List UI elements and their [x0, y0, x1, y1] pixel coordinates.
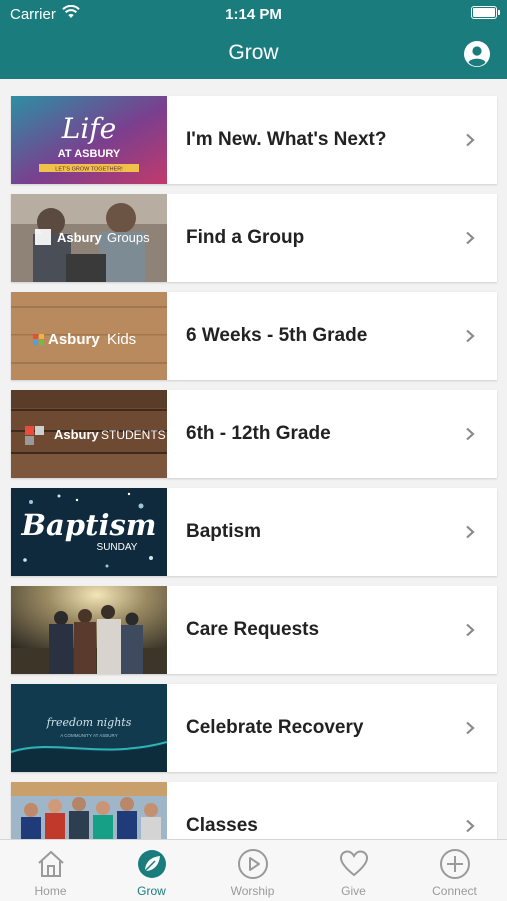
- svg-text:Baptism: Baptism: [20, 508, 156, 542]
- chevron-right-icon: [466, 427, 475, 441]
- tab-home[interactable]: Home: [0, 840, 101, 901]
- svg-text:SUNDAY: SUNDAY: [97, 542, 138, 553]
- thumb-script-text: Life: [61, 112, 116, 145]
- list-item[interactable]: Baptism SUNDAY Baptism: [11, 488, 497, 576]
- tab-bar: Home Grow Worship Give Connect: [0, 839, 507, 901]
- tab-worship[interactable]: Worship: [202, 840, 303, 901]
- tab-label: Connect: [432, 884, 477, 898]
- list-item-label: 6 Weeks - 5th Grade: [186, 325, 368, 346]
- page-title: Grow: [228, 41, 279, 64]
- chevron-right-icon: [466, 525, 475, 539]
- svg-text:Kids: Kids: [107, 331, 136, 348]
- list-item-label: Classes: [186, 815, 258, 836]
- svg-text:LET'S GROW TOGETHER!: LET'S GROW TOGETHER!: [55, 167, 123, 173]
- tab-connect[interactable]: Connect: [404, 840, 505, 901]
- list-item[interactable]: Life AT ASBURY LET'S GROW TOGETHER! I'm …: [11, 96, 497, 184]
- plus-icon: [440, 849, 470, 879]
- life-at-asbury-thumbnail: Life AT ASBURY LET'S GROW TOGETHER!: [11, 96, 167, 184]
- battery-icon: [471, 6, 500, 19]
- svg-text:STUDENTS: STUDENTS: [101, 428, 166, 442]
- svg-text:Groups: Groups: [107, 230, 150, 245]
- chevron-right-icon: [466, 133, 475, 147]
- svg-text:Asbury: Asbury: [48, 331, 100, 348]
- chevron-right-icon: [466, 329, 475, 343]
- asbury-kids-thumbnail: Asbury Kids: [11, 292, 167, 380]
- list-item[interactable]: Classes: [11, 782, 497, 839]
- list-item[interactable]: Asbury Kids 6 Weeks - 5th Grade: [11, 292, 497, 380]
- list-item-label: 6th - 12th Grade: [186, 423, 331, 444]
- status-bar: Carrier 1:14 PM: [0, 0, 507, 28]
- chevron-right-icon: [466, 819, 475, 833]
- chevron-right-icon: [466, 231, 475, 245]
- profile-icon[interactable]: [463, 40, 491, 68]
- svg-text:Asbury: Asbury: [57, 230, 103, 245]
- list-item[interactable]: freedom nights A COMMUNITY AT ASBURY Cel…: [11, 684, 497, 772]
- leaf-icon: [138, 850, 166, 878]
- list-item-label: Celebrate Recovery: [186, 717, 364, 738]
- baptism-sunday-thumbnail: Baptism SUNDAY: [11, 488, 167, 576]
- chevron-right-icon: [466, 721, 475, 735]
- care-requests-thumbnail: [11, 586, 167, 674]
- asbury-groups-thumbnail: Asbury Groups: [11, 194, 167, 282]
- chevron-right-icon: [466, 623, 475, 637]
- tab-label: Grow: [137, 884, 166, 898]
- list-item[interactable]: Asbury Groups Find a Group: [11, 194, 497, 282]
- clock: 1:14 PM: [225, 6, 282, 23]
- list-item[interactable]: Care Requests: [11, 586, 497, 674]
- play-icon: [238, 849, 268, 879]
- tab-label: Give: [341, 884, 366, 898]
- list-item-label: Find a Group: [186, 227, 305, 248]
- list-item[interactable]: Asbury STUDENTS 6th - 12th Grade: [11, 390, 497, 478]
- tab-label: Worship: [230, 884, 275, 898]
- asbury-students-thumbnail: Asbury STUDENTS: [11, 390, 167, 478]
- tab-label: Home: [34, 884, 67, 898]
- heart-icon: [339, 850, 369, 877]
- svg-text:AT ASBURY: AT ASBURY: [58, 148, 121, 160]
- svg-text:Asbury: Asbury: [54, 427, 100, 442]
- grow-list: Life AT ASBURY LET'S GROW TOGETHER! I'm …: [0, 79, 507, 839]
- classes-thumbnail: [11, 782, 167, 839]
- home-icon: [38, 850, 64, 877]
- tab-grow[interactable]: Grow: [101, 840, 202, 901]
- tab-give[interactable]: Give: [303, 840, 404, 901]
- list-item-label: I'm New. What's Next?: [186, 129, 387, 150]
- svg-text:freedom nights: freedom nights: [46, 716, 132, 729]
- header: Carrier 1:14 PM Grow: [0, 0, 507, 79]
- celebrate-recovery-thumbnail: freedom nights A COMMUNITY AT ASBURY: [11, 684, 167, 772]
- list-item-label: Care Requests: [186, 619, 320, 640]
- svg-text:A COMMUNITY AT ASBURY: A COMMUNITY AT ASBURY: [60, 733, 117, 738]
- list-item-label: Baptism: [186, 521, 261, 542]
